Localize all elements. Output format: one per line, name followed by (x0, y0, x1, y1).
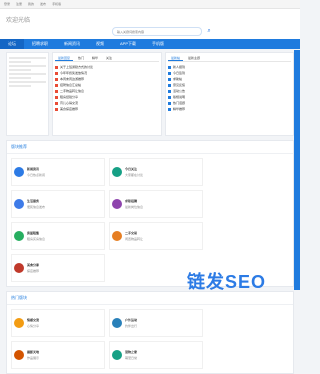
post-icon (55, 83, 58, 87)
board-card[interactable]: 房屋租售 租房买房信息 (11, 222, 105, 250)
board-icon (14, 167, 24, 177)
board-icon (14, 263, 24, 273)
content-wrap: 最新回复 热门 精华 关注 关于上班通勤方式的讨论 今年年终奖发放情况 本周末周… (6, 52, 294, 374)
search-box: ⌕ (112, 27, 211, 36)
tab-1[interactable]: 热门 (75, 55, 87, 61)
middle-panel: 最新回复 热门 精华 关注 关于上班通勤方式的讨论 今年年终奖发放情况 本周末周… (52, 52, 162, 136)
post-icon (168, 65, 171, 69)
tab-2[interactable]: 精华 (89, 55, 101, 61)
right-tabs: 最新帖 最新主题 (168, 55, 291, 62)
search-input[interactable] (117, 29, 193, 34)
board-card[interactable]: 摄影天地 作品展示 (11, 341, 105, 369)
search-icon[interactable]: ⌕ (205, 28, 213, 35)
board-card[interactable]: 二手交易 闲置物品转让 (109, 222, 203, 250)
board-icon (112, 231, 122, 241)
watermark: 链发SEO (186, 272, 266, 292)
post-icon (168, 71, 171, 75)
board-card[interactable]: 今日关注 大家都在讨论 (109, 158, 203, 186)
side-toolbar[interactable] (294, 50, 300, 290)
board-icon (14, 350, 24, 360)
post-icon (168, 101, 171, 105)
post-icon (55, 89, 58, 93)
post-icon (55, 77, 58, 81)
board-card[interactable]: 户外运动 约伴出行 (109, 309, 203, 337)
topbar-link-0[interactable]: 登录 (4, 2, 10, 6)
main-nav: 论坛 招聘求职 新闻资讯 视频 APP下载 手机版 (0, 39, 300, 49)
nav-item-3[interactable]: 视频 (88, 39, 112, 49)
tab-3[interactable]: 关注 (103, 55, 115, 61)
board-card[interactable]: 宠物之家 萌宠日常 (109, 341, 203, 369)
board-icon (112, 318, 122, 328)
nav-item-5[interactable]: 手机版 (144, 39, 172, 49)
topbar-link-3[interactable]: 发布 (40, 2, 46, 6)
board-card[interactable]: 生活服务 便民信息发布 (11, 190, 105, 218)
post-icon (55, 65, 58, 69)
feature-row: 最新回复 热门 精华 关注 关于上班通勤方式的讨论 今年年终奖发放情况 本周末周… (6, 52, 294, 136)
top-bar: 登录 注册 我的 发布 手机版 (0, 0, 300, 9)
tab-0[interactable]: 最新回复 (55, 55, 74, 61)
topbar-link-2[interactable]: 我的 (28, 2, 34, 6)
site-logo[interactable]: 欢迎光临 (6, 15, 30, 24)
tab-latest[interactable]: 最新帖 (168, 55, 184, 61)
right-list: 新人报到 今日签到 求助帖 意见反馈 活动公告 版规说明 热门话题 精华推荐 (168, 64, 291, 112)
list-item[interactable]: 美食探店推荐 (55, 106, 159, 112)
board-section-title: 版块推荐 (7, 141, 293, 154)
left-panel (6, 52, 49, 136)
nav-item-2[interactable]: 新闻资讯 (56, 39, 88, 49)
post-icon (168, 83, 171, 87)
site-header: 欢迎光临 ⌕ (0, 9, 300, 41)
board-icon (14, 199, 24, 209)
post-icon (168, 77, 171, 81)
post-icon (55, 95, 58, 99)
hot-cards: 情感交流 心情分享 户外运动 约伴出行 摄影天地 作品展示 宠物之家 萌宠日常 (7, 305, 293, 373)
right-panel: 最新帖 最新主题 新人报到 今日签到 求助帖 意见反馈 活动公告 版规说明 热门… (165, 52, 294, 136)
board-icon (14, 231, 24, 241)
board-icon (14, 318, 24, 328)
hot-section: 热门版块 情感交流 心情分享 户外运动 约伴出行 摄影天地 作品展示 宠物之家 萌宠日常 (6, 291, 294, 374)
board-cards: 新闻资讯 今日热点新闻 今日关注 大家都在讨论 生活服务 便民信息发布 求职招聘 最新岗… (7, 154, 293, 286)
middle-list: 关于上班通勤方式的讨论 今年年终奖发放情况 本周末周边游推荐 招聘信息汇总帖 二… (55, 64, 159, 112)
board-icon (112, 350, 122, 360)
list-item[interactable]: 精华推荐 (168, 106, 291, 112)
board-section: 版块推荐 新闻资讯 今日热点新闻 今日关注 大家都在讨论 生活服务 便民信息发布 求职… (6, 140, 294, 287)
board-icon (112, 167, 122, 177)
board-card[interactable]: 新闻资讯 今日热点新闻 (11, 158, 105, 186)
board-icon (112, 199, 122, 209)
tab-new-topic[interactable]: 最新主题 (185, 55, 203, 61)
post-icon (55, 101, 58, 105)
board-card[interactable]: 求职招聘 最新岗位信息 (109, 190, 203, 218)
post-icon (168, 107, 171, 111)
post-icon (168, 89, 171, 93)
topbar-link-1[interactable]: 注册 (16, 2, 22, 6)
post-icon (168, 95, 171, 99)
nav-item-0[interactable]: 论坛 (0, 39, 24, 49)
nav-item-1[interactable]: 招聘求职 (24, 39, 56, 49)
nav-item-4[interactable]: APP下载 (112, 39, 144, 49)
post-icon (55, 71, 58, 75)
topbar-link-4[interactable]: 手机版 (52, 2, 61, 6)
post-icon (55, 107, 58, 111)
middle-tabs: 最新回复 热门 精华 关注 (55, 55, 159, 62)
board-card[interactable]: 情感交流 心情分享 (11, 309, 105, 337)
board-card[interactable]: 美食分享 探店推荐 (11, 254, 105, 282)
